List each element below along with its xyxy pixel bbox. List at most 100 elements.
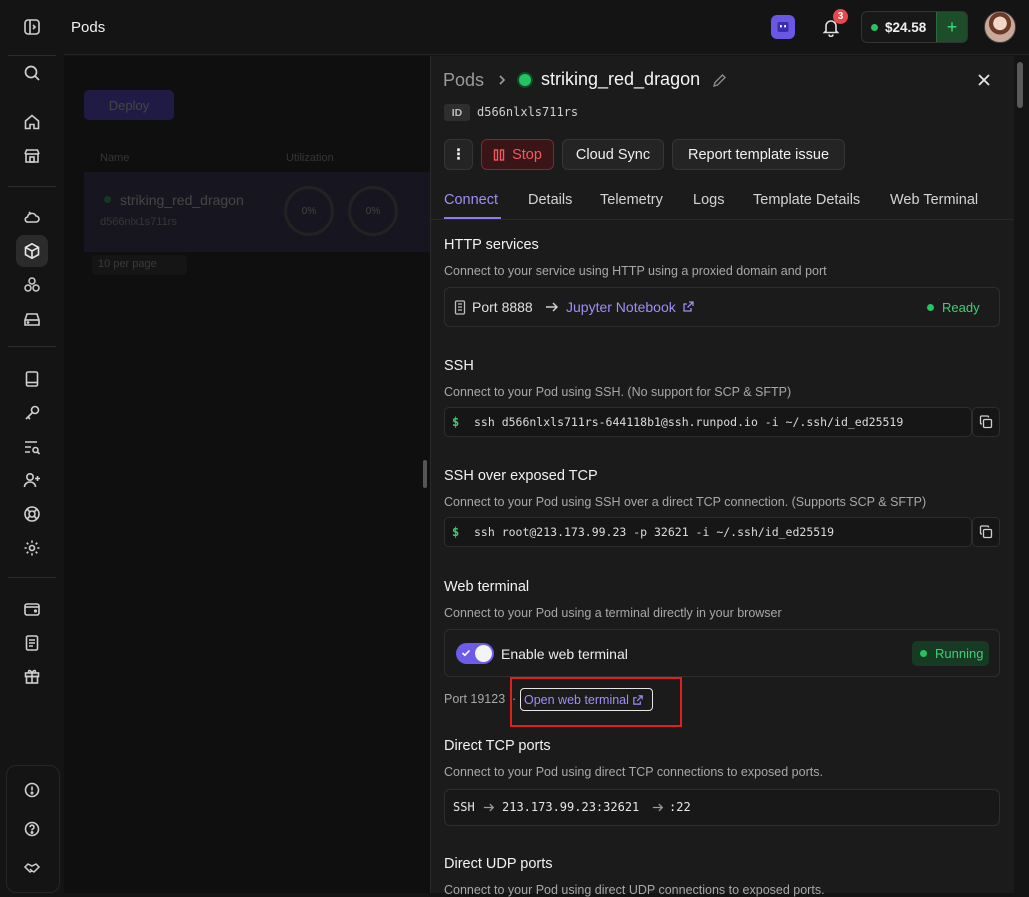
home-icon[interactable]	[16, 106, 48, 138]
key-icon[interactable]	[16, 397, 48, 429]
direct-tcp-desc: Connect to your Pod using direct TCP con…	[444, 765, 823, 779]
column-header-name: Name	[100, 152, 130, 164]
tab-details[interactable]: Details	[528, 192, 572, 208]
more-actions-button[interactable]: ⋮	[444, 139, 473, 170]
search-icon[interactable]	[16, 57, 48, 89]
ssh-tcp-command-field[interactable]: $ ssh root@213.173.99.23 -p 32621 -i ~/.…	[444, 517, 972, 547]
resize-handle[interactable]	[423, 460, 427, 488]
external-link-icon	[633, 694, 643, 705]
pod-id: d566nlxls711rs	[477, 105, 579, 119]
util-gauge-2: 0%	[348, 186, 398, 236]
enable-web-terminal-toggle[interactable]	[456, 643, 494, 664]
settings-gear-icon[interactable]	[16, 532, 48, 564]
sidebar-rail	[0, 0, 64, 893]
ready-status-dot	[927, 304, 934, 311]
http-port: Port 8888	[472, 299, 533, 315]
row-pod-id: d566nlx1s711rs	[100, 216, 177, 228]
pod-detail-panel: Pods striking_red_dragon ID d566nlxls711…	[430, 56, 1014, 897]
jupyter-notebook-label: Jupyter Notebook	[566, 299, 676, 315]
balance-widget[interactable]: $24.58 +	[861, 11, 968, 43]
ssh-tcp-title: SSH over exposed TCP	[444, 468, 598, 484]
copy-icon	[979, 415, 993, 429]
ssh-desc: Connect to your Pod using SSH. (No suppo…	[444, 385, 792, 399]
http-services-title: HTTP services	[444, 237, 539, 253]
tab-web-terminal[interactable]: Web Terminal	[890, 192, 978, 208]
edit-pencil-icon[interactable]	[712, 73, 727, 88]
tcp-public-address: 213.173.99.23:32621	[502, 800, 640, 814]
running-status-badge: Running	[912, 641, 989, 666]
copy-ssh-tcp-button[interactable]	[972, 517, 1000, 547]
pod-name: striking_red_dragon	[541, 69, 701, 89]
check-icon	[461, 649, 471, 657]
pod-status-dot	[519, 74, 531, 86]
wallet-icon[interactable]	[16, 593, 48, 625]
open-web-terminal-link[interactable]: Open web terminal	[520, 688, 653, 711]
tab-telemetry[interactable]: Telemetry	[600, 192, 663, 208]
web-terminal-row: Enable web terminal Running	[444, 629, 1000, 677]
store-icon[interactable]	[16, 140, 48, 172]
copy-ssh-button[interactable]	[972, 407, 1000, 437]
balance-amount: $24.58	[885, 19, 927, 35]
arrow-right-icon	[652, 802, 664, 813]
direct-udp-desc: Connect to your Pod using direct UDP con…	[444, 883, 825, 897]
serverless-cloud-icon[interactable]	[16, 201, 48, 233]
close-icon[interactable]	[975, 71, 993, 89]
direct-tcp-title: Direct TCP ports	[444, 738, 551, 754]
tcp-port-row: SSH 213.173.99.23:32621 :22	[444, 789, 1000, 826]
panel-scrollbar[interactable]	[1017, 62, 1023, 108]
clusters-icon[interactable]	[16, 269, 48, 301]
ssh-tcp-desc: Connect to your Pod using SSH over a dir…	[444, 495, 927, 509]
tab-template-details[interactable]: Template Details	[753, 192, 860, 208]
column-header-utilization: Utilization	[286, 152, 334, 164]
top-bar: Pods 3 $24.58 +	[64, 0, 1029, 55]
stop-button[interactable]: Stop	[481, 139, 554, 170]
row-status-dot	[104, 196, 111, 203]
sidebar-toggle-icon[interactable]	[16, 11, 48, 43]
deploy-button[interactable]: Deploy	[84, 90, 174, 120]
audit-list-icon[interactable]	[16, 431, 48, 463]
web-terminal-title: Web terminal	[444, 579, 530, 595]
stop-label: Stop	[512, 146, 542, 163]
table-row[interactable]: striking_red_dragon d566nlx1s711rs 0% 0%	[84, 172, 430, 252]
external-link-icon	[682, 301, 694, 312]
tcp-internal-port: :22	[669, 800, 691, 814]
util-gauge-1: 0%	[284, 186, 334, 236]
tab-connect[interactable]: Connect	[444, 192, 498, 208]
ssh-command: ssh d566nlxls711rs-644118b1@ssh.runpod.i…	[474, 415, 904, 429]
copy-icon	[979, 525, 993, 539]
tab-logs[interactable]: Logs	[693, 192, 724, 208]
breadcrumb-pods[interactable]: Pods	[443, 70, 484, 91]
help-question-icon[interactable]	[16, 813, 48, 845]
storage-icon[interactable]	[16, 303, 48, 335]
ssh-tcp-command: ssh root@213.173.99.23 -p 32621 -i ~/.ss…	[474, 525, 835, 539]
web-terminal-desc: Connect to your Pod using a terminal dir…	[444, 606, 782, 620]
docs-book-icon[interactable]	[16, 363, 48, 395]
stop-icon	[493, 148, 505, 161]
ssh-prompt: $	[452, 415, 460, 429]
tcp-protocol: SSH	[453, 800, 475, 814]
gift-icon[interactable]	[16, 660, 48, 692]
id-label: ID	[444, 104, 470, 121]
partner-handshake-icon[interactable]	[16, 852, 48, 884]
pods-cube-icon[interactable]	[16, 235, 48, 267]
balance-status-dot	[871, 23, 878, 31]
ssh-command-field[interactable]: $ ssh d566nlxls711rs-644118b1@ssh.runpod…	[444, 407, 972, 437]
support-lifebuoy-icon[interactable]	[16, 498, 48, 530]
assistant-bot-icon[interactable]	[771, 15, 795, 39]
notification-count-badge: 3	[833, 9, 848, 24]
per-page-select[interactable]: 10 per page	[92, 255, 187, 275]
arrow-right-icon	[483, 802, 495, 813]
cloud-sync-button[interactable]: Cloud Sync	[562, 139, 664, 170]
jupyter-notebook-link[interactable]: Jupyter Notebook	[566, 299, 695, 315]
report-template-issue-button[interactable]: Report template issue	[672, 139, 845, 170]
user-avatar[interactable]	[984, 11, 1016, 43]
open-web-terminal-label: Open web terminal	[524, 692, 629, 707]
row-pod-name: striking_red_dragon	[120, 192, 244, 208]
invoice-icon[interactable]	[16, 627, 48, 659]
feedback-icon[interactable]	[16, 774, 48, 806]
pods-list-background: Deploy Name Utilization striking_red_dra…	[64, 56, 430, 893]
add-funds-button[interactable]: +	[936, 12, 967, 42]
ssh-tcp-prompt: $	[452, 525, 460, 539]
direct-udp-title: Direct UDP ports	[444, 856, 553, 872]
add-user-icon[interactable]	[16, 464, 48, 496]
